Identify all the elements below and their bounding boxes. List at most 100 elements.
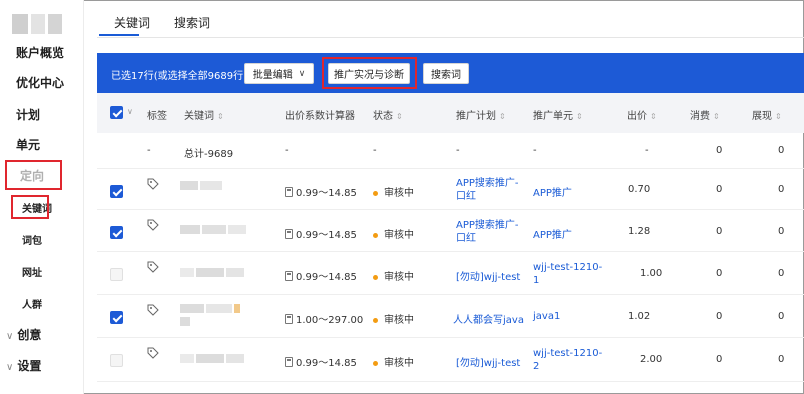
bid-calc-range: 0.99～14.85: [296, 272, 357, 283]
row-plan-link[interactable]: [勿动]wjj-test: [456, 268, 520, 283]
row-unit-link[interactable]: APP推广: [533, 184, 572, 199]
row-cost: 0: [716, 184, 723, 195]
sort-icon[interactable]: ⇕: [650, 112, 657, 121]
plan-line: 口红: [456, 233, 476, 244]
active-tab-indicator: [99, 34, 139, 36]
header-cost[interactable]: 消费 ⇕: [690, 107, 720, 122]
row-plan-link[interactable]: 人人都会写java: [453, 311, 524, 326]
row-plan-link[interactable]: APP搜索推广- 口红: [456, 177, 519, 203]
header-plan-label: 推广计划: [456, 111, 496, 122]
header-keyword[interactable]: 关键词 ⇕: [184, 107, 224, 122]
sort-icon[interactable]: ⇕: [396, 112, 403, 121]
row-unit-link[interactable]: wjj-test-1210- 1: [533, 261, 602, 287]
row-bid[interactable]: 1.02: [628, 311, 650, 322]
sort-icon[interactable]: ⇕: [499, 112, 506, 121]
tag-icon[interactable]: [147, 219, 159, 231]
plan-line: APP搜索推广-: [456, 178, 519, 189]
row-unit-link[interactable]: APP推广: [533, 226, 572, 241]
row-status: 审核中: [373, 226, 414, 241]
keyword-redacted[interactable]: [180, 268, 244, 277]
status-text: 审核中: [384, 315, 414, 326]
calculator-icon: [285, 271, 293, 281]
row-bid-calc[interactable]: 0.99～14.85: [285, 354, 357, 369]
sort-icon[interactable]: ⇕: [217, 112, 224, 121]
sidebar-item-label: 创意: [17, 328, 42, 342]
row-plan-link[interactable]: APP搜索推广- 口红: [456, 219, 519, 245]
sidebar-item-plan[interactable]: 计划: [16, 106, 40, 123]
keyword-redacted[interactable]: [180, 181, 222, 190]
header-bid[interactable]: 出价 ⇕: [627, 107, 657, 122]
row-checkbox[interactable]: [110, 185, 123, 198]
sidebar-group-creative[interactable]: ∨ 创意: [6, 326, 41, 343]
chevron-down-icon[interactable]: ∨: [127, 107, 133, 116]
sidebar-item-account-overview[interactable]: 账户概览: [16, 44, 64, 61]
row-bid[interactable]: 0.70: [628, 184, 650, 195]
row-checkbox[interactable]: [110, 268, 123, 281]
unit-line: 1: [533, 275, 540, 286]
status-dot: [373, 232, 378, 238]
unit-line: wjj-test-1210-: [533, 262, 603, 273]
header-status[interactable]: 状态 ⇕: [373, 107, 403, 122]
row-impressions: 0: [778, 354, 785, 365]
sidebar-item-unit[interactable]: 单元: [16, 136, 40, 153]
row-unit-link[interactable]: java1: [533, 311, 560, 322]
row-bid-calc[interactable]: 0.99～14.85: [285, 226, 357, 241]
status-text: 审核中: [384, 358, 414, 369]
row-bid[interactable]: 2.00: [640, 354, 662, 365]
batch-edit-button[interactable]: 批量编辑 ∨: [244, 63, 314, 84]
row-checkbox[interactable]: [110, 226, 123, 239]
sidebar-item-label: 设置: [17, 359, 42, 373]
row-plan-link[interactable]: [勿动]wjj-test: [456, 354, 520, 369]
table-row: 0.99～14.85 审核中 APP搜索推广- 口红 APP推广 0.70 0 0: [97, 169, 804, 210]
bid-calc-range: 0.99～14.85: [296, 230, 357, 241]
selection-info[interactable]: 已选17行(或选择全部9689行): [111, 67, 247, 82]
tag-icon[interactable]: [147, 261, 159, 273]
sidebar-item-optimization[interactable]: 优化中心: [16, 74, 64, 91]
keyword-redacted-line: [180, 304, 240, 313]
header-plan[interactable]: 推广计划 ⇕: [456, 107, 506, 122]
bid-calc-range: 0.99～14.85: [296, 188, 357, 199]
row-checkbox[interactable]: [110, 311, 123, 324]
header-impressions[interactable]: 展现 ⇕: [752, 107, 782, 122]
sidebar-group-settings[interactable]: ∨ 设置: [6, 357, 41, 374]
sidebar-item-url[interactable]: 网址: [22, 264, 42, 279]
row-status: 审核中: [373, 311, 414, 326]
row-unit-link[interactable]: wjj-test-1210- 2: [533, 347, 602, 373]
row-bid-calc[interactable]: 0.99～14.85: [285, 268, 357, 283]
total-bid-calc: -: [285, 145, 289, 156]
unit-line: wjj-test-1210-: [533, 348, 603, 359]
tab-search-terms[interactable]: 搜索词: [174, 14, 210, 31]
search-terms-button[interactable]: 搜索词: [423, 63, 469, 84]
header-keyword-label: 关键词: [184, 111, 214, 122]
row-impressions: 0: [778, 226, 785, 237]
row-bid[interactable]: 1.00: [640, 268, 662, 279]
row-cost: 0: [716, 311, 723, 322]
sort-icon[interactable]: ⇕: [576, 112, 583, 121]
header-unit[interactable]: 推广单元 ⇕: [533, 107, 583, 122]
keyword-redacted[interactable]: [180, 225, 246, 234]
sort-icon[interactable]: ⇕: [713, 112, 720, 121]
tag-icon[interactable]: [147, 347, 159, 359]
tag-icon[interactable]: [147, 304, 159, 316]
sidebar-item-audience[interactable]: 人群: [22, 296, 42, 311]
sort-icon[interactable]: ⇕: [775, 112, 782, 121]
keyword-redacted-line: [180, 317, 190, 326]
status-text: 审核中: [384, 272, 414, 283]
row-bid[interactable]: 1.28: [628, 226, 650, 237]
tag-icon[interactable]: [147, 178, 159, 190]
tab-keywords[interactable]: 关键词: [114, 14, 150, 31]
keyword-redacted[interactable]: [180, 354, 244, 363]
row-checkbox[interactable]: [110, 354, 123, 367]
sidebar: 账户概览 优化中心 计划 单元 定向 关键词 词包 网址 人群 ∨ 创意 ∨ 设置: [0, 0, 84, 394]
status-dot: [373, 190, 378, 196]
sidebar-item-word-pack[interactable]: 词包: [22, 232, 42, 247]
row-bid-calc[interactable]: 0.99～14.85: [285, 184, 357, 199]
total-keyword: 总计-9689: [184, 149, 234, 160]
header-status-label: 状态: [373, 111, 393, 122]
calculator-icon: [285, 357, 293, 367]
status-dot: [373, 360, 378, 366]
table-row: 1.00～297.00 审核中 人人都会写java java1 1.02 0 0: [97, 295, 804, 338]
select-all-checkbox[interactable]: [110, 106, 123, 119]
row-bid-calc[interactable]: 1.00～297.00: [285, 311, 363, 326]
table-row: 0.99～14.85 审核中 APP搜索推广- 口红 APP推广 1.28 0 0: [97, 210, 804, 252]
